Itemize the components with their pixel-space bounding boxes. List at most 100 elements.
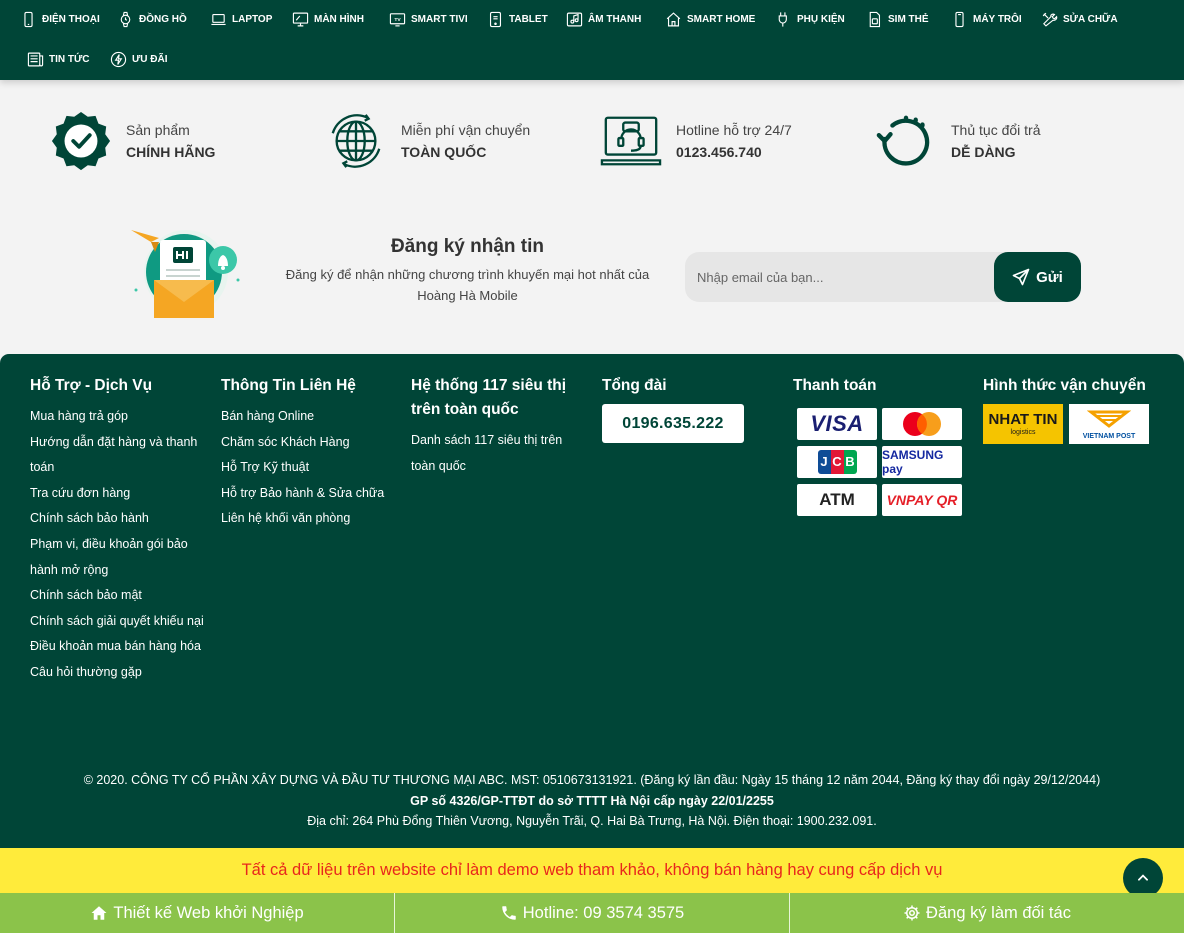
footer-link[interactable]: Điều khoản mua bán hàng hóa (30, 634, 205, 660)
send-button[interactable]: Gửi (994, 252, 1081, 302)
footer-link[interactable]: Danh sách 117 siêu thị trên toàn quốc (411, 428, 581, 479)
nav-item-label: SỬA CHỮA (1063, 14, 1118, 25)
bolt-icon (110, 51, 127, 68)
footer-link[interactable]: Hỗ Trợ Kỹ thuật (221, 455, 401, 481)
newsletter-description: Đăng ký để nhận những chương trình khuyế… (285, 267, 650, 303)
nav-item-label: SMART HOME (687, 14, 756, 25)
vnpay-logo: VNPAY QR (882, 484, 962, 516)
newsletter-illustration (131, 230, 240, 318)
nav-item-am-thanh[interactable]: ÂM THANH (566, 11, 641, 28)
return-icon (876, 115, 930, 166)
atm-text: ATM (819, 490, 855, 509)
nav-item-tablet[interactable]: TABLET (487, 11, 548, 28)
nav-item-sua-chua[interactable]: SỬA CHỮA (1041, 11, 1118, 28)
samsung-pay-logo: SAMSUNG pay (882, 446, 962, 478)
feature-line2: 0123.456.740 (676, 144, 762, 160)
footer-col-support: Hỗ Trợ - Dịch Vụ Mua hàng trả góp Hướng … (30, 374, 205, 686)
vietnam-post-text: VIETNAM POST (1082, 432, 1136, 440)
demo-notice-bar: Tất cả dữ liệu trên website chỉ làm demo… (0, 848, 1184, 893)
nav-item-laptop[interactable]: LAPTOP (210, 11, 272, 28)
nav-item-tin-tuc[interactable]: TIN TỨC (27, 51, 90, 68)
bottom-bar-label: Đăng ký làm đối tác (926, 903, 1071, 922)
footer-col-title: Hỗ Trợ - Dịch Vụ (30, 377, 153, 394)
nav-item-dien-thoai[interactable]: ĐIỆN THOẠI (20, 11, 100, 28)
partner-signup-link[interactable]: Đăng ký làm đối tác (790, 893, 1184, 933)
feature-line1: Hotline hỗ trợ 24/7 (676, 122, 792, 138)
nav-item-label: ĐỒNG HỒ (139, 14, 187, 25)
nav-item-uu-dai[interactable]: ƯU ĐÃI (110, 51, 168, 68)
nav-item-dong-ho[interactable]: ĐỒNG HỒ (117, 11, 187, 28)
nav-item-label: ƯU ĐÃI (132, 54, 168, 65)
vietnam-post-logo: VIETNAM POST (1069, 404, 1149, 444)
feature-free-shipping: Miễn phí vận chuyển TOÀN QUỐC (325, 110, 530, 172)
feature-line1: Miễn phí vận chuyển (401, 122, 531, 138)
nav-item-sim-the[interactable]: SIM THẺ (866, 11, 929, 28)
footer-link[interactable]: Mua hàng trả góp (30, 404, 205, 430)
copyright-line1: © 2020. CÔNG TY CỔ PHẦN XÂY DỰNG VÀ ĐẦU … (83, 773, 1101, 787)
gear-icon (904, 905, 920, 921)
phone-icon (24, 11, 33, 28)
sim-icon (869, 11, 881, 28)
atm-logo: ATM (797, 484, 877, 516)
vnpay-text: VNPAY QR (886, 492, 958, 508)
accessory-icon (778, 12, 787, 27)
footer-col-payment: Thanh toán VISA J C B SAMSUNG pay ATM VN… (793, 374, 973, 516)
footer-col-switchboard: Tổng đài 0196.635.222 (602, 374, 772, 443)
badge-check-icon (51, 111, 111, 171)
footer-col-title: Hệ thống 117 siêu thị trên toàn quốc (411, 377, 567, 418)
jcb-logo: J C B (797, 446, 877, 478)
nav-item-man-hinh[interactable]: MÀN HÌNH (292, 11, 364, 28)
audio-icon (566, 12, 583, 27)
monitor-icon (292, 12, 309, 27)
footer-link[interactable]: Tra cứu đơn hàng (30, 481, 205, 507)
nhat-tin-text: NHAT TIN (988, 410, 1058, 428)
footer-link[interactable]: Hướng dẫn đặt hàng và thanh toán (30, 430, 205, 481)
footer-link[interactable]: Câu hỏi thường gặp (30, 660, 205, 686)
nav-item-label: PHỤ KIỆN (797, 14, 845, 25)
hotline-link[interactable]: Hotline: 09 3574 3575 (395, 893, 790, 933)
home-icon (91, 906, 107, 920)
newsletter-text: Đăng ký nhận tin Đăng ký để nhận những c… (270, 235, 665, 306)
feature-genuine: Sản phẩm CHÍNH HÃNG (50, 110, 215, 172)
web-design-link[interactable]: Thiết kế Web khởi Nghiệp (0, 893, 395, 933)
copyright: © 2020. CÔNG TY CỔ PHẦN XÂY DỰNG VÀ ĐẦU … (0, 770, 1184, 832)
footer-link[interactable]: Chăm sóc Khách Hàng (221, 430, 401, 456)
footer-link[interactable]: Liên hệ khối văn phòng (221, 506, 401, 532)
nav-item-label: MÀN HÌNH (314, 14, 364, 25)
visa-logo-text: VISA (810, 411, 864, 436)
footer-link[interactable]: Bán hàng Online (221, 404, 401, 430)
footer-link[interactable]: Chính sách bảo hành (30, 506, 205, 532)
tablet-icon (489, 11, 502, 28)
chevron-up-icon (1138, 874, 1148, 881)
demo-notice-text: Tất cả dữ liệu trên website chỉ làm demo… (241, 861, 943, 879)
footer-col-title: Hình thức vận chuyển (983, 377, 1146, 394)
nav-item-smart-home[interactable]: SMART HOME (665, 11, 755, 28)
footer-link[interactable]: Phạm vi, điều khoản gói bảo hành mở rộng (30, 532, 205, 583)
news-icon (27, 52, 44, 67)
footer-link[interactable]: Hỗ trợ Bảo hành & Sửa chữa (221, 481, 401, 507)
footer: Hỗ Trợ - Dịch Vụ Mua hàng trả góp Hướng … (0, 354, 1184, 848)
nav-item-label: SIM THẺ (888, 14, 929, 25)
switchboard-number[interactable]: 0196.635.222 (602, 404, 744, 443)
nav-item-may-troi[interactable]: MÁY TRÔI (951, 11, 1022, 28)
jcb-stripes: J C B (817, 450, 857, 474)
feature-returns: Thủ tục đổi trả DỄ DÀNG (875, 110, 1041, 172)
footer-link[interactable]: Chính sách bảo mật (30, 583, 205, 609)
nav-item-label: LAPTOP (232, 14, 273, 25)
email-input[interactable] (685, 252, 990, 302)
category-nav: ĐIỆN THOẠI ĐỒNG HỒ LAPTOP MÀN HÌNH TV SM… (0, 0, 1184, 80)
nhat-tin-logo: NHAT TIN logistics (983, 404, 1063, 444)
nhat-tin-subtext: logistics (1010, 428, 1036, 436)
footer-link[interactable]: Chính sách giải quyết khiếu nại (30, 609, 205, 635)
footer-col-shipping: Hình thức vận chuyển NHAT TIN logistics … (983, 374, 1163, 444)
phone-handset-icon (502, 906, 516, 920)
nav-item-smart-tivi[interactable]: TV SMART TIVI (389, 11, 468, 28)
footer-col-title: Thanh toán (793, 377, 877, 394)
nav-item-phu-kien[interactable]: PHỤ KIỆN (775, 11, 845, 28)
watch-icon (120, 11, 131, 28)
copyright-license: GP số 4326/GP-TTĐT do sở TTTT Hà Nội cấp… (410, 793, 774, 808)
nav-item-label: TIN TỨC (49, 54, 90, 65)
mastercard-circles (903, 412, 941, 436)
mastercard-logo (882, 408, 962, 440)
back-to-top-button[interactable] (1123, 858, 1163, 898)
